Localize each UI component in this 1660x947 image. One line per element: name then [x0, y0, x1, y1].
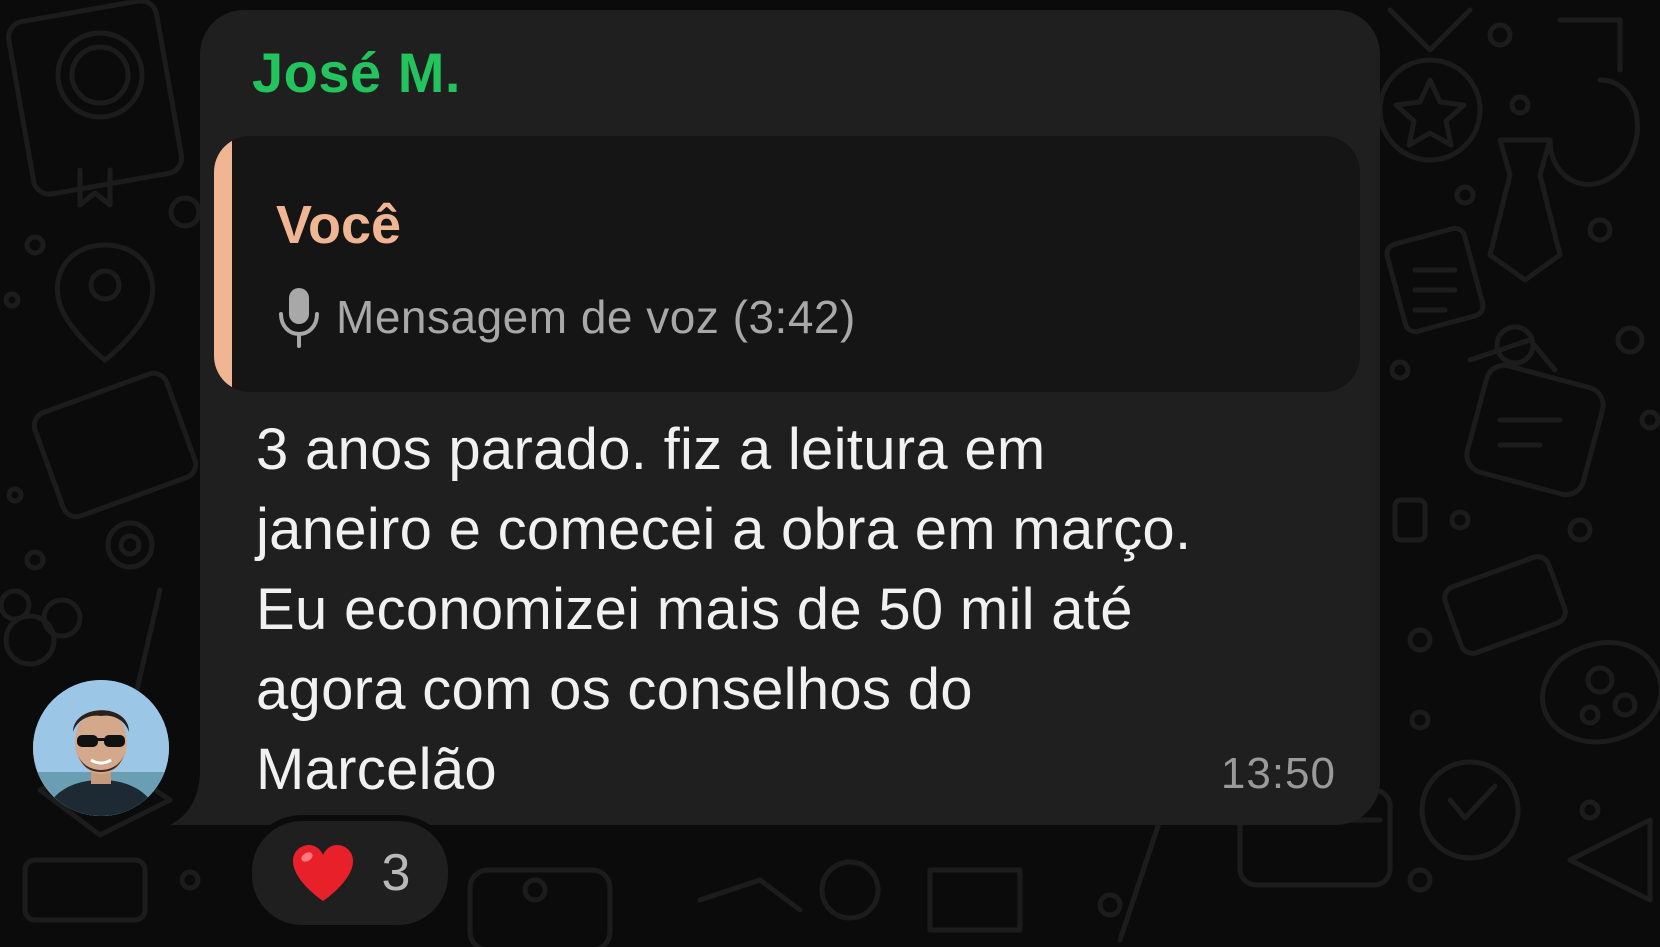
quoted-author: Você	[276, 195, 402, 255]
message-bubble[interactable]: José M. Você Mensagem de voz (3:42) 3 an…	[200, 10, 1380, 825]
heart-icon	[292, 845, 353, 901]
quoted-message[interactable]: Você Mensagem de voz (3:42)	[214, 136, 1360, 392]
microphone-icon	[279, 288, 319, 348]
message-body: 3 anos parado. fiz a leitura em janeiro …	[256, 417, 1192, 802]
avatar-photo	[33, 680, 169, 816]
quote-accent-bar	[214, 136, 232, 392]
reaction-pill[interactable]: 3	[246, 815, 454, 931]
sender-avatar[interactable]	[33, 680, 169, 816]
quoted-text: Mensagem de voz (3:42)	[336, 291, 856, 343]
message-time: 13:50	[1220, 749, 1336, 798]
reaction-count: 3	[381, 844, 411, 902]
sender-name[interactable]: José M.	[252, 40, 461, 105]
quoted-content: Mensagem de voz (3:42)	[276, 286, 856, 348]
